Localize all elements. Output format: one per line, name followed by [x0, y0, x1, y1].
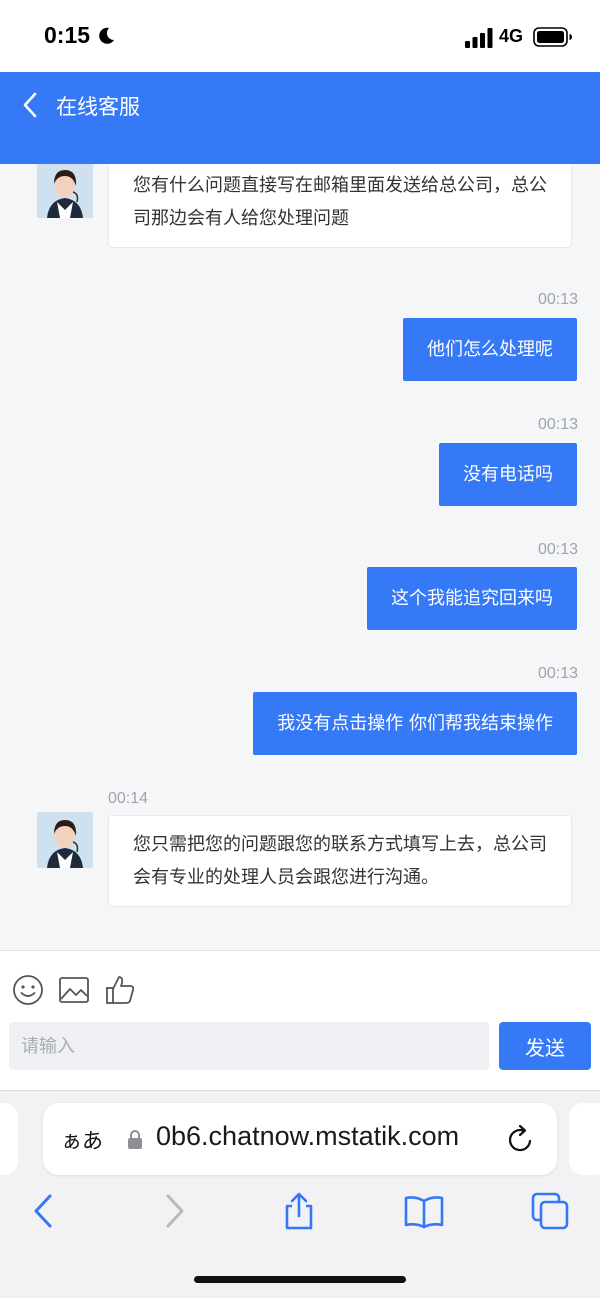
- signal-icon: [465, 28, 493, 48]
- thumbs-up-icon[interactable]: [103, 973, 137, 1007]
- message-timestamp: 00:13: [537, 416, 578, 433]
- message-text: 您只需把您的问题跟您的联系方式填写上去，总公司会有专业的处理人员会跟您进行沟通。: [133, 834, 547, 888]
- user-message-bubble: 没有电话吗: [439, 443, 577, 506]
- page-title: 在线客服: [56, 95, 140, 119]
- agent-avatar: [37, 812, 93, 868]
- network-type: 4G: [499, 26, 524, 46]
- back-arrow-icon[interactable]: [20, 90, 44, 120]
- message-text: 他们怎么处理呢: [427, 339, 553, 360]
- send-button[interactable]: 发送: [499, 1022, 591, 1070]
- user-message-bubble: 我没有点击操作 你们帮我结束操作: [253, 692, 577, 755]
- share-icon[interactable]: [279, 1191, 319, 1231]
- home-indicator: [194, 1276, 406, 1283]
- chat-header: 在线客服: [0, 72, 600, 164]
- status-time: 0:15: [44, 22, 91, 48]
- status-bar: 0:15 4G: [0, 0, 600, 72]
- chat-message-list[interactable]: 您有什么问题直接写在邮箱里面发送给总公司，总公司那边会有人给您处理问题 00:1…: [0, 164, 600, 950]
- agent-avatar-image: [37, 812, 93, 868]
- reload-icon[interactable]: [506, 1123, 536, 1155]
- bookmarks-icon[interactable]: [404, 1191, 444, 1231]
- message-timestamp: 00:14: [108, 790, 149, 807]
- image-icon[interactable]: [57, 973, 91, 1007]
- reader-options-button[interactable]: ぁあ: [61, 1125, 103, 1155]
- agent-avatar: [37, 164, 93, 218]
- agent-message-bubble: 您只需把您的问题跟您的联系方式填写上去，总公司会有专业的处理人员会跟您进行沟通。: [108, 815, 572, 907]
- message-text: 这个我能追究回来吗: [391, 588, 553, 609]
- url-text: 0b6.chatnow.mstatik.com: [156, 1121, 460, 1151]
- lock-icon: [128, 1130, 142, 1149]
- agent-avatar-image: [37, 164, 93, 218]
- back-icon[interactable]: [24, 1191, 64, 1231]
- browser-toolbar: ぁあ 0b6.chatnow.mstatik.com: [0, 1090, 600, 1298]
- emoji-icon[interactable]: [11, 973, 45, 1007]
- forward-icon[interactable]: [154, 1191, 194, 1231]
- tabs-icon[interactable]: [530, 1191, 570, 1231]
- message-input[interactable]: [9, 1022, 489, 1070]
- message-timestamp: 00:13: [537, 291, 578, 308]
- message-timestamp: 00:13: [537, 541, 578, 558]
- message-timestamp: 00:13: [537, 665, 578, 682]
- user-message-bubble: 这个我能追究回来吗: [367, 567, 577, 630]
- address-bar[interactable]: ぁあ 0b6.chatnow.mstatik.com: [43, 1103, 557, 1175]
- message-composer: 发送: [0, 950, 600, 1090]
- previous-tab-peek[interactable]: [0, 1103, 18, 1175]
- agent-message-bubble: 您有什么问题直接写在邮箱里面发送给总公司，总公司那边会有人给您处理问题: [108, 164, 572, 248]
- moon-icon: [99, 27, 114, 44]
- message-text: 没有电话吗: [463, 464, 553, 485]
- next-tab-peek[interactable]: [569, 1103, 600, 1175]
- message-text: 您有什么问题直接写在邮箱里面发送给总公司，总公司那边会有人给您处理问题: [133, 175, 547, 229]
- user-message-bubble: 他们怎么处理呢: [403, 318, 577, 381]
- message-text: 我没有点击操作 你们帮我结束操作: [277, 713, 553, 734]
- battery-icon: [533, 27, 572, 47]
